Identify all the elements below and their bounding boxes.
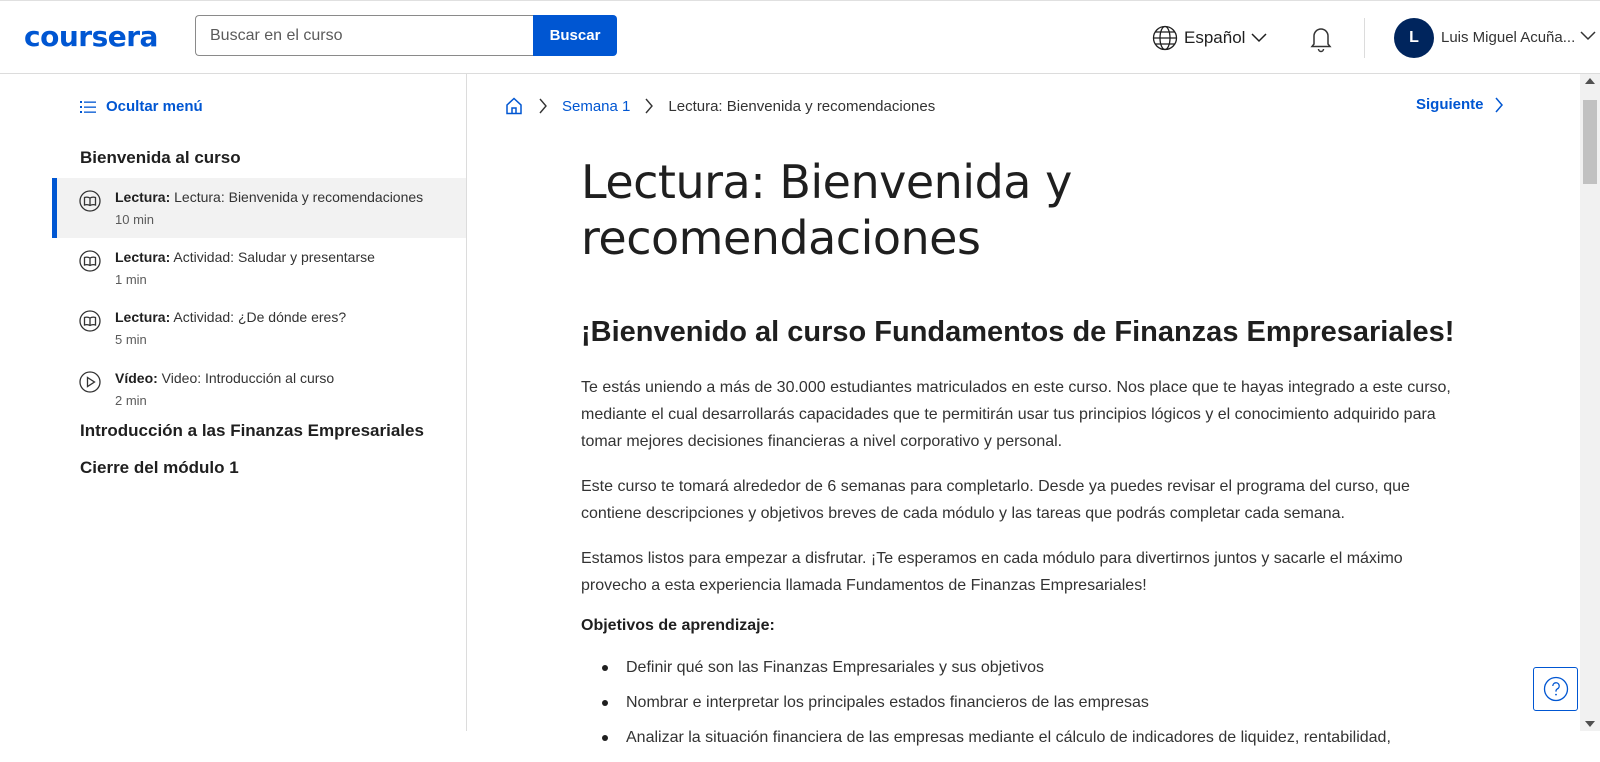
section-title-cierre[interactable]: Cierre del módulo 1 bbox=[80, 458, 239, 478]
list-item: Analizar la situación financiera de las … bbox=[581, 727, 1461, 749]
scrollbar-thumb[interactable] bbox=[1583, 100, 1597, 184]
sidebar-item-lectura-bienvenida[interactable]: Lectura: Lectura: Bienvenida y recomenda… bbox=[52, 178, 466, 238]
sidebar-item-video-introduccion[interactable]: Vídeo: Video: Introducción al curso 2 mi… bbox=[52, 359, 466, 419]
play-icon bbox=[79, 371, 101, 393]
scroll-up-arrow[interactable] bbox=[1585, 78, 1595, 84]
search-input[interactable] bbox=[195, 15, 534, 56]
item-duration: 10 min bbox=[115, 212, 155, 227]
avatar[interactable]: L bbox=[1394, 18, 1434, 58]
course-sidebar: Ocultar menú Bienvenida al curso Lectura… bbox=[0, 74, 467, 731]
bell-icon[interactable] bbox=[1306, 23, 1336, 53]
breadcrumb: Semana 1 Lectura: Bienvenida y recomenda… bbox=[504, 96, 935, 116]
book-icon bbox=[79, 310, 101, 332]
chevron-right-icon bbox=[645, 98, 654, 114]
globe-icon bbox=[1152, 25, 1178, 51]
hide-menu-button[interactable]: Ocultar menú bbox=[80, 98, 203, 115]
hide-menu-label: Ocultar menú bbox=[106, 98, 203, 115]
reading-content: Lectura: Bienvenida y recomendaciones ¡B… bbox=[581, 154, 1461, 762]
item-type: Vídeo: bbox=[115, 370, 158, 386]
sidebar-item-actividad-donde-eres[interactable]: Lectura: Actividad: ¿De dónde eres? 5 mi… bbox=[52, 298, 466, 358]
list-icon bbox=[80, 100, 96, 113]
next-label: Siguiente bbox=[1416, 96, 1484, 113]
objectives-title: Objetivos de aprendizaje: bbox=[581, 617, 775, 634]
book-icon bbox=[79, 250, 101, 272]
header-divider bbox=[1364, 18, 1365, 58]
item-duration: 2 min bbox=[115, 393, 147, 408]
coursera-logo[interactable]: coursera bbox=[24, 20, 158, 53]
sidebar-item-actividad-saludar[interactable]: Lectura: Actividad: Saludar y presentars… bbox=[52, 238, 466, 298]
language-selector[interactable]: Español bbox=[1152, 23, 1267, 53]
paragraph: Te estás uniendo a más de 30.000 estudia… bbox=[581, 379, 1451, 450]
breadcrumb-week-link[interactable]: Semana 1 bbox=[562, 98, 630, 115]
page-scrollbar[interactable] bbox=[1580, 74, 1600, 731]
next-button[interactable]: Siguiente bbox=[1416, 96, 1504, 113]
item-type: Lectura: bbox=[115, 309, 171, 325]
objectives-list: Definir qué son las Finanzas Empresarial… bbox=[581, 657, 1461, 749]
section-title-bienvenida[interactable]: Bienvenida al curso bbox=[80, 148, 241, 168]
list-item: Nombrar e interpretar los principales es… bbox=[581, 692, 1461, 714]
section-title-introduccion[interactable]: Introducción a las Finanzas Empresariale… bbox=[80, 421, 424, 441]
home-icon[interactable] bbox=[504, 96, 524, 116]
top-header: coursera Buscar Español L Luis Miguel Ac… bbox=[0, 0, 1600, 74]
item-label: Actividad: Saludar y presentarse bbox=[173, 249, 375, 265]
scroll-down-arrow[interactable] bbox=[1585, 721, 1595, 727]
item-type: Lectura: bbox=[115, 189, 171, 205]
chevron-down-icon[interactable] bbox=[1580, 31, 1596, 41]
item-label: Actividad: ¿De dónde eres? bbox=[173, 309, 347, 325]
paragraph: Este curso te tomará alrededor de 6 sema… bbox=[581, 478, 1410, 522]
breadcrumb-current: Lectura: Bienvenida y recomendaciones bbox=[668, 97, 936, 115]
language-label: Español bbox=[1184, 28, 1246, 47]
question-icon bbox=[1543, 676, 1568, 702]
page-title: Lectura: Bienvenida y recomendaciones bbox=[581, 155, 1072, 265]
book-icon bbox=[79, 190, 101, 212]
main-content: Semana 1 Lectura: Bienvenida y recomenda… bbox=[468, 74, 1580, 746]
chevron-right-icon bbox=[1494, 97, 1503, 112]
paragraph: Estamos listos para empezar a disfrutar.… bbox=[581, 550, 1403, 594]
search-button[interactable]: Buscar bbox=[533, 15, 617, 56]
help-button[interactable] bbox=[1533, 667, 1578, 711]
item-duration: 1 min bbox=[115, 272, 147, 287]
user-name[interactable]: Luis Miguel Acuña... bbox=[1441, 29, 1575, 46]
chevron-down-icon bbox=[1251, 33, 1267, 43]
item-label: Video: Introducción al curso bbox=[161, 370, 335, 386]
list-item: Definir qué son las Finanzas Empresarial… bbox=[581, 657, 1461, 679]
item-duration: 5 min bbox=[115, 332, 147, 347]
chevron-right-icon bbox=[539, 98, 547, 114]
item-label: Lectura: Bienvenida y recomendaciones bbox=[174, 189, 424, 205]
welcome-heading: ¡Bienvenido al curso Fundamentos de Fina… bbox=[581, 316, 1455, 348]
item-type: Lectura: bbox=[115, 249, 171, 265]
